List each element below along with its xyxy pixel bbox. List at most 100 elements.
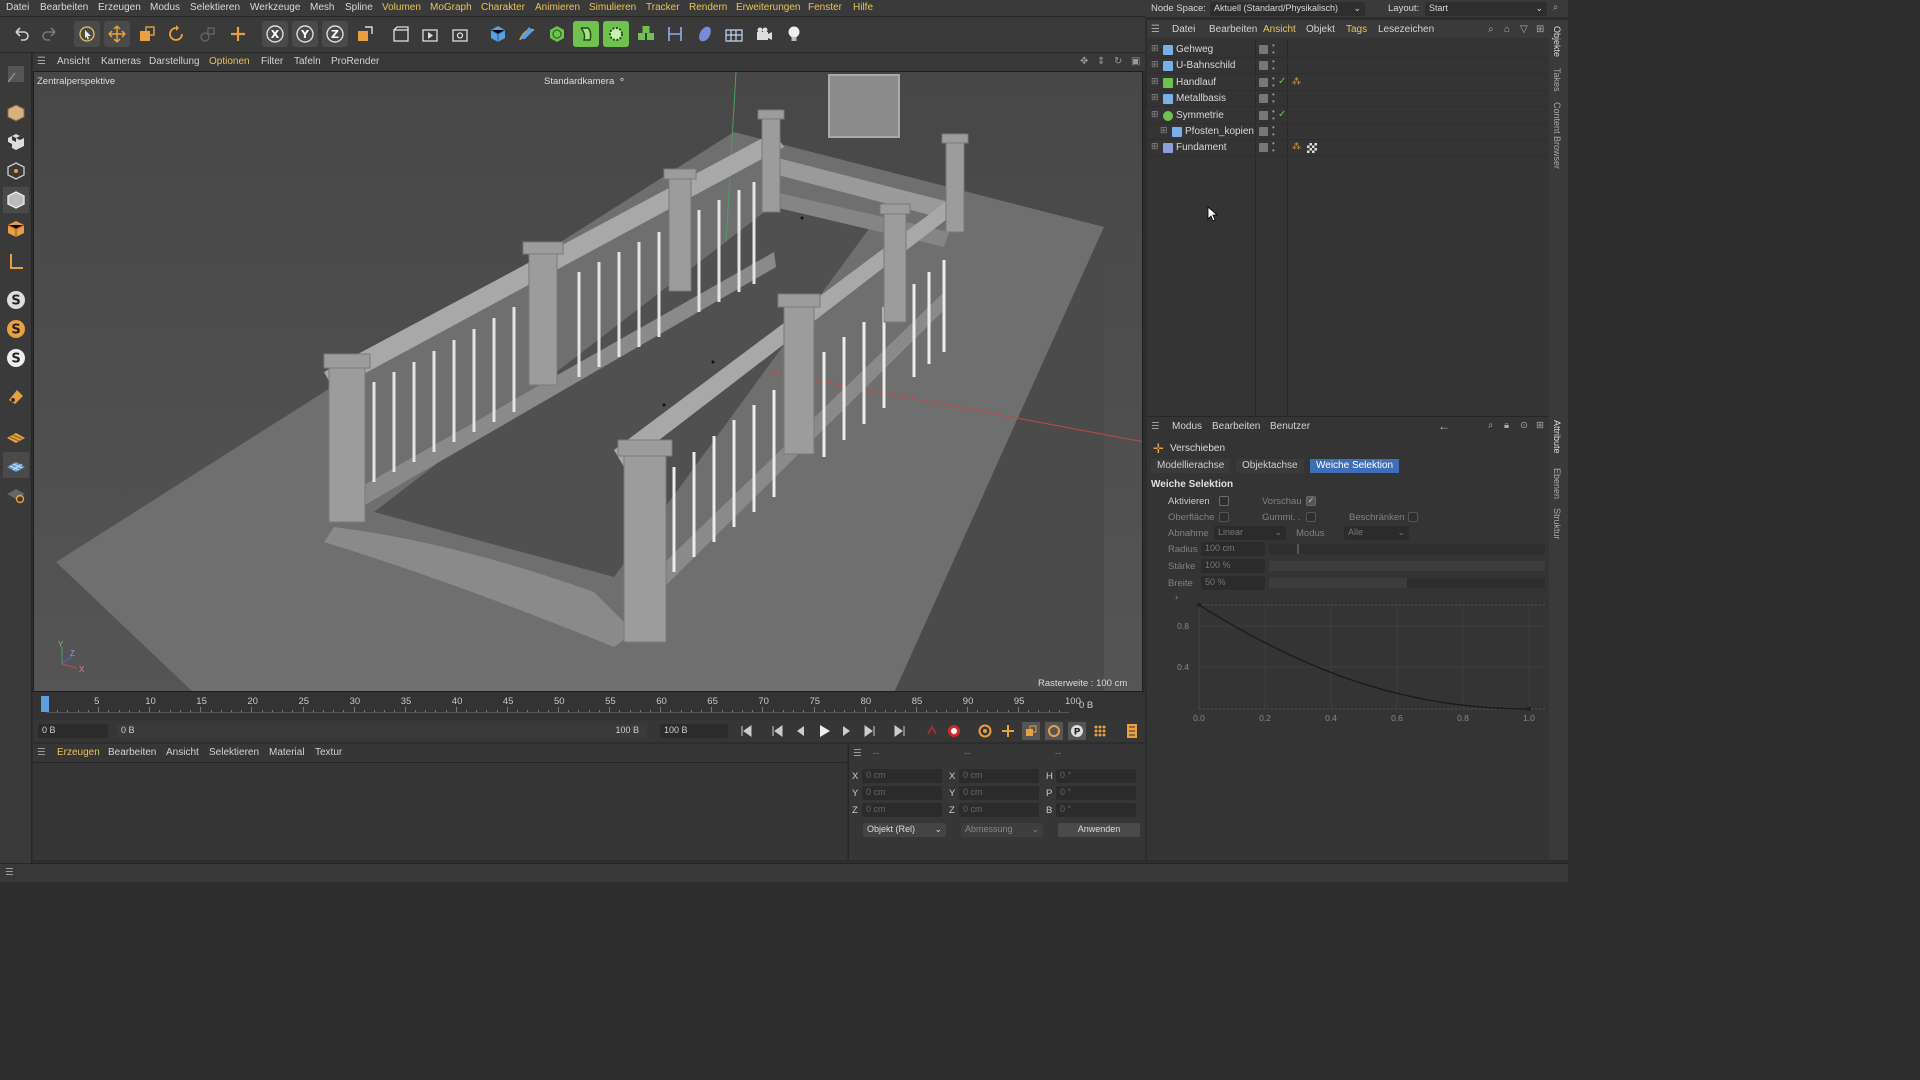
vp-menu-ansicht[interactable]: Ansicht <box>57 56 90 67</box>
side-tab-struktur[interactable]: Struktur <box>1552 508 1562 540</box>
expand-icon[interactable]: ⊞ <box>1151 109 1159 120</box>
model-mode-button[interactable] <box>3 100 29 126</box>
prev-key-button[interactable] <box>768 722 786 740</box>
go-to-end-button[interactable] <box>891 722 909 740</box>
menu-datei[interactable]: Datei <box>6 2 29 13</box>
edges-mode-button[interactable] <box>3 187 29 213</box>
points-mode-button[interactable] <box>3 158 29 184</box>
visibility-dots-icon[interactable]: • • <box>1272 124 1275 139</box>
enabled-check-icon[interactable]: ✓ <box>1278 109 1286 120</box>
menu-rendern[interactable]: Rendern <box>689 2 727 13</box>
create-tool-button[interactable] <box>225 21 251 47</box>
workplane-button[interactable] <box>3 423 29 449</box>
node-space-select[interactable]: Aktuell (Standard/Physikalisch) ⌄ <box>1210 2 1365 16</box>
key-position-button[interactable] <box>999 722 1017 740</box>
texture-tag-icon[interactable] <box>1307 143 1317 154</box>
width-slider[interactable] <box>1269 578 1545 588</box>
coord-size-select[interactable]: Abmessung ⌄ <box>961 823 1043 837</box>
attr-menu-modus[interactable]: Modus <box>1172 421 1202 432</box>
obj-menu-objekt[interactable]: Objekt <box>1306 24 1335 35</box>
preview-range-slider[interactable]: 0 B 100 B <box>117 724 647 738</box>
autokey-button[interactable] <box>945 722 963 740</box>
start-frame-field[interactable]: 0 B <box>38 724 108 738</box>
prev-frame-button[interactable] <box>791 722 809 740</box>
visibility-dots-icon[interactable]: • • <box>1272 58 1275 73</box>
layer-checkbox-icon[interactable] <box>1259 45 1268 54</box>
surface-checkbox[interactable] <box>1219 512 1229 522</box>
falloff-select[interactable]: Linear ⌄ <box>1214 526 1286 540</box>
next-frame-button[interactable] <box>838 722 856 740</box>
hamburger-icon[interactable]: ☰ <box>37 56 46 67</box>
dolly-view-icon[interactable]: ⇕ <box>1097 56 1105 67</box>
axis-z-lock[interactable]: Z <box>322 21 348 47</box>
vp-menu-prorender[interactable]: ProRender <box>331 56 379 67</box>
coord-value-field[interactable]: 0 cm <box>959 769 1039 783</box>
tab-objektachse[interactable]: Objektachse <box>1236 459 1304 473</box>
phong-tag-icon[interactable]: ⁂ <box>1292 76 1301 87</box>
obj-menu-bearbeiten[interactable]: Bearbeiten <box>1209 24 1257 35</box>
phong-tag-icon[interactable]: ⁂ <box>1292 141 1301 152</box>
rubber-checkbox[interactable] <box>1306 512 1316 522</box>
object-row[interactable]: ⊞ Gehweg • • <box>1147 42 1547 58</box>
home-icon[interactable]: ⌂ <box>1504 24 1510 35</box>
timeline-window-button[interactable] <box>1123 722 1141 740</box>
side-tab-takes[interactable]: Takes <box>1552 68 1562 92</box>
visibility-dots-icon[interactable]: • • <box>1272 91 1275 106</box>
lock-icon[interactable]: 🔒︎ <box>1504 420 1509 431</box>
planar-workplane-button[interactable] <box>3 481 29 507</box>
activate-checkbox[interactable] <box>1219 496 1229 506</box>
camera-label[interactable]: Standardkamera <box>544 76 614 87</box>
mat-menu-material[interactable]: Material <box>269 747 305 758</box>
restrict-checkbox[interactable] <box>1408 512 1418 522</box>
layer-checkbox-icon[interactable] <box>1259 61 1268 71</box>
coord-mode-select[interactable]: Objekt (Rel) ⌄ <box>863 823 946 837</box>
vp-menu-optionen[interactable]: Optionen <box>209 56 250 67</box>
tweak-mode-button[interactable] <box>3 384 29 410</box>
end-frame-field[interactable]: 100 B <box>660 724 728 738</box>
coord-value-field[interactable]: 0 cm <box>959 803 1039 817</box>
select-tool-button[interactable] <box>74 21 100 47</box>
menu-erzeugen[interactable]: Erzeugen <box>98 2 141 13</box>
side-tab-ebenen[interactable]: Ebenen <box>1552 468 1562 499</box>
go-to-start-button[interactable] <box>737 722 755 740</box>
camera-button[interactable] <box>751 21 777 47</box>
expand-icon[interactable]: ⊞ <box>1151 43 1159 54</box>
expand-icon[interactable]: ⊞ <box>1151 92 1159 103</box>
timeline-ruler[interactable]: 0510152025303540455055606570758085909510… <box>33 692 1145 720</box>
light-button[interactable] <box>781 21 807 47</box>
layer-checkbox-icon[interactable] <box>1259 110 1268 120</box>
material-manager[interactable] <box>33 762 847 860</box>
recent-tool-button[interactable] <box>195 21 221 47</box>
menu-hilfe[interactable]: Hilfe <box>853 2 873 13</box>
mat-menu-bearbeiten[interactable]: Bearbeiten <box>108 747 156 758</box>
mat-menu-erzeugen[interactable]: Erzeugen <box>57 747 100 758</box>
obj-menu-ansicht[interactable]: Ansicht <box>1263 24 1296 35</box>
menu-modus[interactable]: Modus <box>150 2 180 13</box>
object-row[interactable]: ⊞ Metallbasis • • <box>1147 91 1547 108</box>
layer-checkbox-icon[interactable] <box>1259 94 1268 104</box>
current-frame[interactable]: 0 B <box>1079 700 1093 711</box>
side-tab-content-browser[interactable]: Content Browser <box>1552 102 1562 169</box>
tab-modellierachse[interactable]: Modellierachse <box>1151 459 1231 473</box>
new-window-icon[interactable]: ⊞ <box>1536 420 1544 431</box>
attr-menu-benutzer[interactable]: Benutzer <box>1270 421 1310 432</box>
mograph-cloner-button[interactable] <box>633 21 659 47</box>
new-window-icon[interactable]: ⊞ <box>1536 24 1544 35</box>
radius-slider[interactable] <box>1269 544 1545 554</box>
undo-button[interactable] <box>8 21 34 47</box>
rotate-tool-button[interactable] <box>163 21 189 47</box>
rotate-view-icon[interactable]: ↻ <box>1114 56 1122 67</box>
menu-fenster[interactable]: Fenster <box>808 2 842 13</box>
expand-icon[interactable]: ⊞ <box>1151 59 1159 70</box>
play-button[interactable] <box>815 722 833 740</box>
vp-menu-darstellung[interactable]: Darstellung <box>149 56 200 67</box>
side-tab-objekte[interactable]: Objekte <box>1552 26 1562 57</box>
cloner-button[interactable] <box>603 21 629 47</box>
tab-weiche-selektion[interactable]: Weiche Selektion <box>1310 459 1400 473</box>
hamburger-icon[interactable]: ☰ <box>37 747 46 758</box>
expand-icon[interactable]: ⊞ <box>1151 76 1159 87</box>
axis-y-lock[interactable]: Y <box>292 21 318 47</box>
texture-mode-button[interactable] <box>3 129 29 155</box>
mat-menu-textur[interactable]: Textur <box>315 747 342 758</box>
key-parameter-button[interactable]: P <box>1068 722 1086 740</box>
